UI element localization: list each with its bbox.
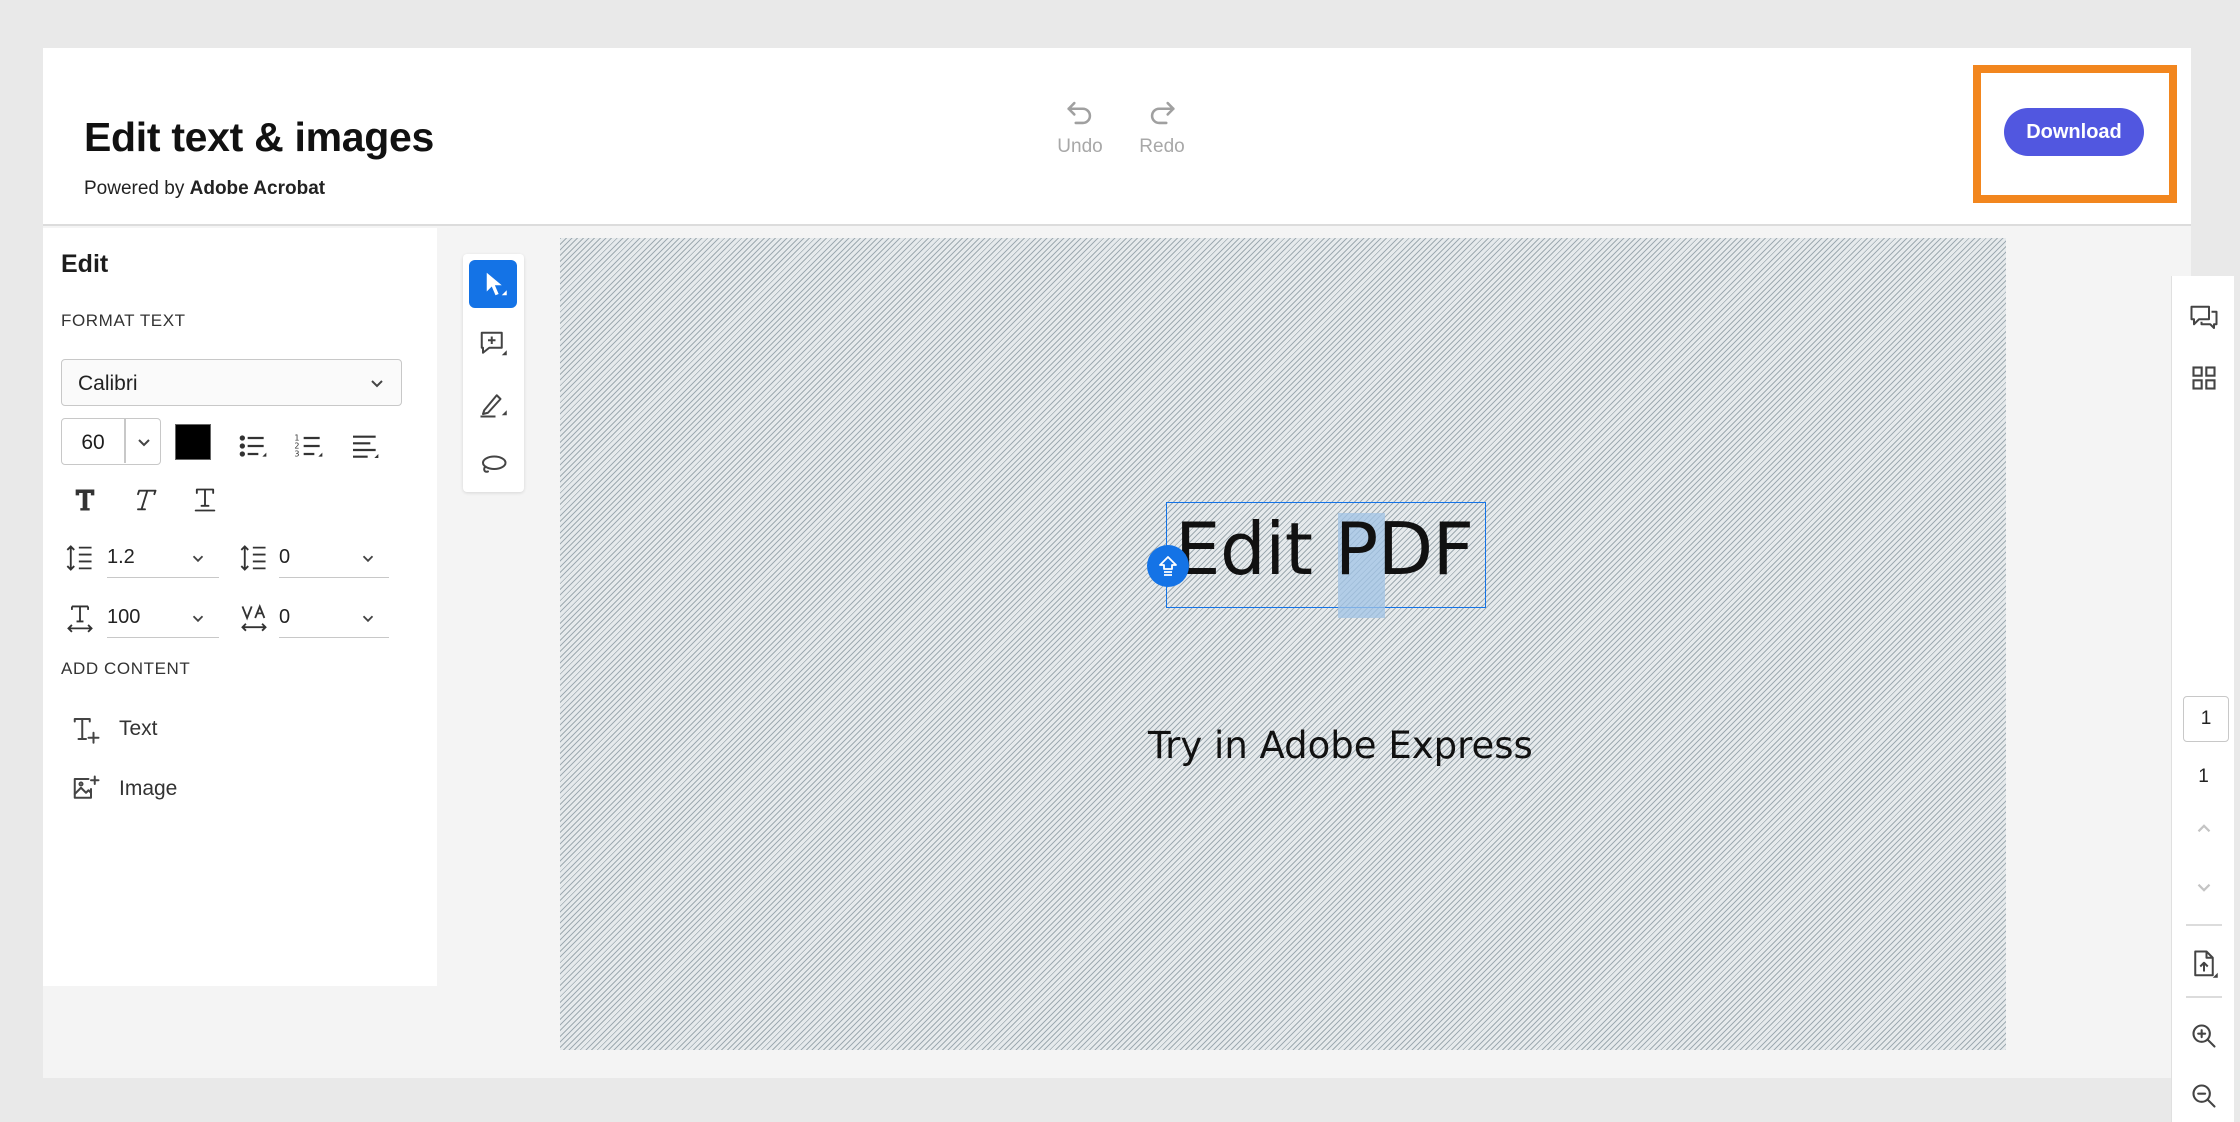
font-family-value: Calibri [78,372,138,395]
line-spacing-select[interactable]: 1.2 [107,538,219,578]
paragraph-spacing-icon [239,540,269,576]
powered-by: Powered by Adobe Acrobat [84,178,325,200]
undo-label: Undo [1057,136,1103,157]
bold-icon[interactable] [65,480,105,520]
horizontal-scale-value: 100 [107,606,141,628]
paragraph-spacing-value: 0 [279,546,291,568]
draw-tool-button[interactable] [469,380,517,428]
download-button[interactable]: Download [2004,108,2144,156]
line-spacing-icon [65,540,95,576]
chevron-down-icon [192,615,204,623]
panel-title: Edit [61,250,109,278]
move-handle-icon[interactable] [1147,545,1189,587]
rail-divider [2186,924,2222,926]
chevron-up-icon [2197,824,2210,833]
next-page-button[interactable] [2172,870,2235,906]
character-spacing-icon [239,600,269,636]
title-text-box[interactable]: Edit PDF [1166,502,1486,618]
align-left-icon[interactable] [345,426,385,466]
horizontal-scale-icon [65,600,95,636]
select-tool-button[interactable] [469,260,517,308]
grid-icon [2191,366,2216,390]
pen-icon [480,394,507,418]
svg-text:3: 3 [294,450,299,459]
add-content-heading: ADD CONTENT [61,659,191,678]
underline-icon[interactable] [185,480,225,520]
italic-icon[interactable] [125,480,165,520]
right-rail: 1 1 [2171,276,2234,1122]
undo-icon [1067,101,1092,125]
add-text-label: Text [119,717,158,740]
comments-panel-button[interactable] [2172,298,2235,338]
character-spacing-select[interactable]: 0 [279,598,389,638]
chevron-down-icon [2197,883,2210,892]
add-image-button[interactable]: Image [71,774,177,804]
rail-divider [2186,996,2222,998]
font-size-divider [124,419,126,463]
zoom-out-icon [2191,1084,2216,1108]
page-icon [2193,950,2218,978]
zoom-in-button[interactable] [2172,1014,2235,1058]
redo-label: Redo [1139,136,1185,157]
header-bar: Edit text & images Powered by Adobe Acro… [43,48,2191,226]
paragraph-spacing-select[interactable]: 0 [279,538,389,578]
font-size-value: 60 [81,431,105,454]
add-comment-tool-button[interactable] [469,320,517,368]
format-text-heading: FORMAT TEXT [61,311,186,330]
add-text-button[interactable]: Text [71,714,158,744]
comments-icon [2190,305,2217,329]
numbered-list-icon[interactable]: 1 2 3 [289,426,329,466]
redo-icon [1150,101,1175,125]
chevron-down-icon [362,615,374,623]
font-family-select[interactable]: Calibri [61,359,402,406]
page-title: Edit text & images [84,114,435,160]
current-page-input[interactable]: 1 [2183,696,2229,742]
redo-button[interactable]: Redo [1127,96,1197,158]
document-subtitle-text[interactable]: Try in Adobe Express [1148,724,1533,767]
character-spacing-value: 0 [279,606,291,628]
chevron-down-icon[interactable] [134,433,154,453]
zoom-out-button[interactable] [2172,1074,2235,1118]
tool-strip [463,254,524,492]
add-text-icon [73,718,100,744]
add-image-label: Image [119,777,178,800]
horizontal-scale-select[interactable]: 100 [107,598,219,638]
font-size-field[interactable]: 60 [61,418,161,465]
chevron-down-icon [371,380,383,388]
text-color-swatch[interactable] [175,424,211,460]
page-tools-button[interactable] [2172,942,2235,986]
chevron-down-icon [362,555,374,563]
thumbnails-button[interactable] [2172,358,2235,398]
previous-page-button[interactable] [2172,810,2235,846]
lasso-tool-button[interactable] [469,440,517,488]
line-spacing-value: 1.2 [107,546,135,568]
zoom-in-icon [2191,1024,2216,1048]
add-comment-icon [480,331,507,356]
powered-prefix: Powered by [84,178,185,199]
lasso-icon [482,455,507,473]
edit-panel: Edit FORMAT TEXT Calibri 60 1 2 3 1.2 0 … [43,228,437,986]
undo-button[interactable]: Undo [1045,96,1115,158]
pdf-page-canvas[interactable] [560,238,2006,1050]
bullet-list-icon[interactable] [233,426,273,466]
add-image-icon [73,775,100,799]
chevron-down-icon [192,555,204,563]
subtitle-text-box[interactable]: Try in Adobe Express [1143,720,1533,776]
cursor-icon [486,272,507,296]
document-title-text[interactable]: Edit PDF [1175,507,1474,591]
total-pages: 1 [2198,766,2209,787]
app-window: Edit text & images Powered by Adobe Acro… [43,48,2234,1122]
powered-brand: Adobe Acrobat [189,178,326,199]
